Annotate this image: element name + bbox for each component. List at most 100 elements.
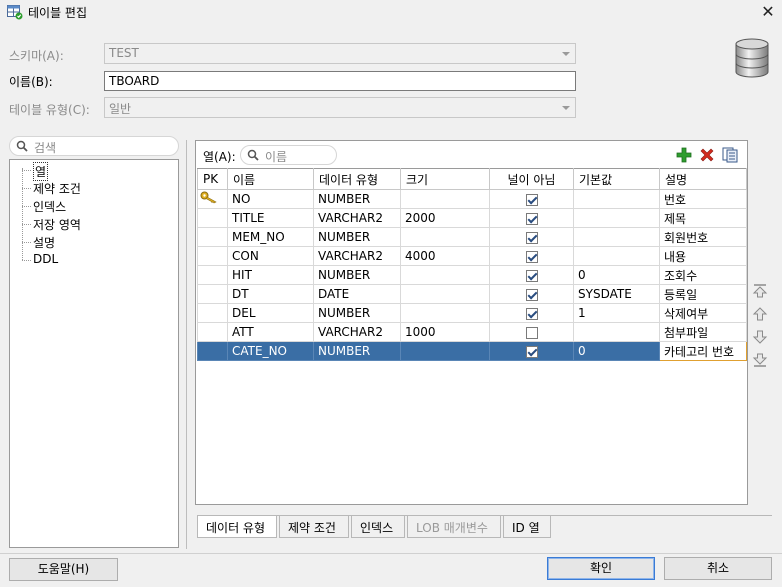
- not-null-cell[interactable]: [489, 246, 574, 266]
- not-null-checkbox[interactable]: [525, 250, 538, 263]
- columns-filter-input[interactable]: 이름: [240, 145, 337, 165]
- size-cell[interactable]: 1000: [400, 322, 490, 342]
- tree-item-constraints[interactable]: 제약 조건: [33, 180, 81, 197]
- data-type-cell[interactable]: NUMBER: [313, 227, 401, 247]
- tree-item-columns[interactable]: 열: [33, 162, 49, 181]
- pk-cell[interactable]: [197, 246, 228, 266]
- tab-identity-column[interactable]: ID 열: [503, 516, 551, 538]
- table-row[interactable]: MEM_NO NUMBER 회원번호: [197, 227, 747, 247]
- close-icon[interactable]: ✕: [758, 2, 778, 22]
- pk-cell[interactable]: [197, 227, 228, 247]
- column-name-cell[interactable]: TITLE: [227, 208, 314, 228]
- column-name-cell[interactable]: DT: [227, 284, 314, 304]
- header-size[interactable]: 크기: [400, 168, 490, 190]
- tab-constraints[interactable]: 제약 조건: [279, 516, 349, 538]
- size-cell[interactable]: [400, 341, 490, 361]
- header-comment[interactable]: 설명: [659, 168, 747, 190]
- not-null-cell[interactable]: [489, 303, 574, 323]
- not-null-cell[interactable]: [489, 227, 574, 247]
- size-cell[interactable]: [400, 227, 490, 247]
- comment-cell[interactable]: 번호: [659, 189, 747, 209]
- table-row[interactable]: DT DATE SYSDATE 등록일: [197, 284, 747, 304]
- comment-cell[interactable]: 내용: [659, 246, 747, 266]
- tree-item-storage[interactable]: 저장 영역: [33, 216, 81, 233]
- data-type-cell[interactable]: NUMBER: [313, 265, 401, 285]
- column-name-cell[interactable]: HIT: [227, 265, 314, 285]
- default-cell[interactable]: 0: [573, 341, 660, 361]
- data-type-cell[interactable]: VARCHAR2: [313, 322, 401, 342]
- table-row[interactable]: CATE_NO NUMBER 0 카테고리 번호: [197, 341, 747, 361]
- column-name-cell[interactable]: CON: [227, 246, 314, 266]
- table-row[interactable]: TITLE VARCHAR2 2000 제목: [197, 208, 747, 228]
- default-cell[interactable]: [573, 246, 660, 266]
- size-cell[interactable]: 4000: [400, 246, 490, 266]
- data-type-cell[interactable]: NUMBER: [313, 341, 401, 361]
- data-type-cell[interactable]: VARCHAR2: [313, 208, 401, 228]
- column-name-cell[interactable]: DEL: [227, 303, 314, 323]
- pk-cell[interactable]: [197, 341, 228, 361]
- table-row[interactable]: NO NUMBER 번호: [197, 189, 747, 209]
- default-cell[interactable]: 1: [573, 303, 660, 323]
- table-row[interactable]: CON VARCHAR2 4000 내용: [197, 246, 747, 266]
- move-down-icon[interactable]: [752, 329, 768, 345]
- header-pk[interactable]: PK: [197, 168, 228, 190]
- comment-cell[interactable]: 제목: [659, 208, 747, 228]
- column-name-cell[interactable]: ATT: [227, 322, 314, 342]
- tree-item-comment[interactable]: 설명: [33, 234, 55, 251]
- help-button[interactable]: 도움말(H): [9, 558, 118, 581]
- size-cell[interactable]: 2000: [400, 208, 490, 228]
- comment-cell[interactable]: 삭제여부: [659, 303, 747, 323]
- pk-cell[interactable]: [197, 189, 228, 209]
- not-null-checkbox[interactable]: [525, 231, 538, 244]
- column-name-cell[interactable]: CATE_NO: [227, 341, 314, 361]
- not-null-checkbox[interactable]: [525, 212, 538, 225]
- table-row[interactable]: HIT NUMBER 0 조회수: [197, 265, 747, 285]
- header-default[interactable]: 기본값: [573, 168, 660, 190]
- tab-indexes[interactable]: 인덱스: [351, 516, 405, 538]
- comment-cell[interactable]: 첨부파일: [659, 322, 747, 342]
- panel-divider[interactable]: [186, 140, 187, 549]
- data-type-cell[interactable]: VARCHAR2: [313, 246, 401, 266]
- pk-cell[interactable]: [197, 208, 228, 228]
- copy-column-icon[interactable]: [722, 147, 739, 163]
- pk-cell[interactable]: [197, 322, 228, 342]
- table-row[interactable]: ATT VARCHAR2 1000 첨부파일: [197, 322, 747, 342]
- tree-item-ddl[interactable]: DDL: [33, 252, 58, 266]
- ok-button[interactable]: 확인: [547, 557, 655, 580]
- data-type-cell[interactable]: DATE: [313, 284, 401, 304]
- table-row[interactable]: DEL NUMBER 1 삭제여부: [197, 303, 747, 323]
- pk-cell[interactable]: [197, 265, 228, 285]
- not-null-checkbox[interactable]: [525, 307, 538, 320]
- not-null-checkbox[interactable]: [525, 288, 538, 301]
- pk-cell[interactable]: [197, 284, 228, 304]
- header-not-null[interactable]: 널이 아님: [489, 168, 574, 190]
- default-cell[interactable]: [573, 322, 660, 342]
- move-top-icon[interactable]: [752, 283, 768, 299]
- not-null-cell[interactable]: [489, 322, 574, 342]
- comment-cell[interactable]: 회원번호: [659, 227, 747, 247]
- header-name[interactable]: 이름: [227, 168, 314, 190]
- default-cell[interactable]: [573, 208, 660, 228]
- size-cell[interactable]: [400, 284, 490, 304]
- not-null-cell[interactable]: [489, 265, 574, 285]
- comment-cell[interactable]: 조회수: [659, 265, 747, 285]
- default-cell[interactable]: SYSDATE: [573, 284, 660, 304]
- comment-cell[interactable]: 등록일: [659, 284, 747, 304]
- size-cell[interactable]: [400, 303, 490, 323]
- tree-item-indexes[interactable]: 인덱스: [33, 198, 66, 215]
- size-cell[interactable]: [400, 189, 490, 209]
- size-cell[interactable]: [400, 265, 490, 285]
- default-cell[interactable]: [573, 189, 660, 209]
- default-cell[interactable]: [573, 227, 660, 247]
- not-null-cell[interactable]: [489, 208, 574, 228]
- column-name-cell[interactable]: MEM_NO: [227, 227, 314, 247]
- data-type-cell[interactable]: NUMBER: [313, 189, 401, 209]
- default-cell[interactable]: 0: [573, 265, 660, 285]
- comment-cell[interactable]: 카테고리 번호: [659, 341, 747, 361]
- delete-column-icon[interactable]: [699, 147, 715, 163]
- data-type-cell[interactable]: NUMBER: [313, 303, 401, 323]
- not-null-cell[interactable]: [489, 189, 574, 209]
- cancel-button[interactable]: 취소: [664, 557, 772, 580]
- add-column-icon[interactable]: [676, 147, 692, 163]
- not-null-checkbox[interactable]: [525, 269, 538, 282]
